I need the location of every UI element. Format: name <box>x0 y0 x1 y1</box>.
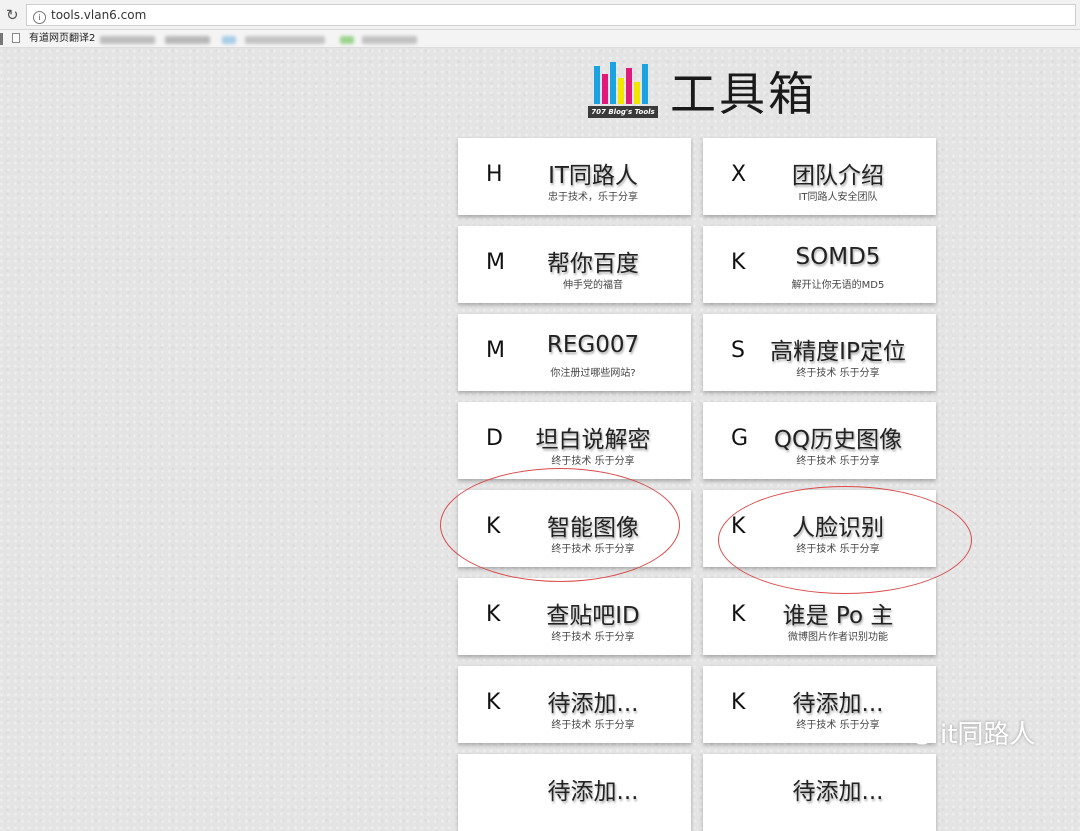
tool-subtitle: 伸手党的福音 <box>563 280 623 291</box>
tool-subtitle: 终于技术 乐于分享 <box>796 368 880 379</box>
tool-letter: D <box>486 426 503 451</box>
blurred-bookmark <box>100 36 155 44</box>
tool-title: IT同路人 <box>548 163 638 189</box>
blurred-bookmark <box>245 36 325 44</box>
tool-subtitle: 终于技术 乐于分享 <box>551 456 635 467</box>
tool-title: 待添加... <box>792 779 884 805</box>
logo-bar <box>594 66 600 104</box>
tool-card-pending[interactable]: 待添加... <box>703 754 936 831</box>
tool-title: 坦白说解密 <box>535 427 651 453</box>
tool-card-ip-locate[interactable]: S 高精度IP定位 终于技术 乐于分享 <box>703 314 936 391</box>
logo-bar <box>602 74 608 104</box>
logo-bar <box>618 78 624 104</box>
tool-subtitle: 你注册过哪些网站? <box>550 368 636 379</box>
tool-card-baidu[interactable]: M 帮你百度 伸手党的福音 <box>458 226 691 303</box>
annotation-circle <box>718 486 972 594</box>
tool-title: 团队介绍 <box>792 163 884 189</box>
logo-bar <box>626 68 632 104</box>
tool-letter: K <box>731 250 746 275</box>
tool-letter: K <box>486 690 501 715</box>
tool-letter: M <box>486 250 505 275</box>
page-title: 工具箱 <box>670 67 817 121</box>
watermark-text: it同路人 <box>940 720 1036 750</box>
tool-title: 谁是 Po 主 <box>782 603 894 629</box>
tool-letter: X <box>731 162 747 187</box>
logo-bar <box>642 64 648 104</box>
bookmark-item[interactable]: 有道网页翻译2 <box>29 30 95 47</box>
tool-letter: G <box>731 426 749 451</box>
apps-icon[interactable] <box>0 33 3 45</box>
tool-card-qq-history[interactable]: G QQ历史图像 终于技术 乐于分享 <box>703 402 936 479</box>
wechat-icon <box>901 721 932 745</box>
page-icon <box>12 33 20 43</box>
info-icon[interactable]: i <box>33 11 46 24</box>
bookmarks-bar: 有道网页翻译2 <box>0 30 1080 48</box>
tool-letter: H <box>486 162 503 187</box>
blurred-bookmark <box>362 36 417 44</box>
tool-subtitle: 终于技术 乐于分享 <box>551 632 635 643</box>
tool-subtitle: IT同路人安全团队 <box>798 192 878 203</box>
tool-subtitle: 微博图片作者识别功能 <box>788 632 888 643</box>
tool-title: 高精度IP定位 <box>770 339 906 365</box>
tool-card-pending[interactable]: K 待添加... 终于技术 乐于分享 <box>458 666 691 743</box>
tool-title: QQ历史图像 <box>773 427 903 453</box>
tool-letter: K <box>731 690 746 715</box>
tool-card-tieba-id[interactable]: K 查贴吧ID 终于技术 乐于分享 <box>458 578 691 655</box>
site-logo[interactable]: 707 Blog's Tools <box>588 60 658 118</box>
tool-subtitle: 解开让你无语的MD5 <box>791 280 885 291</box>
tool-title: SOMD5 <box>795 244 881 270</box>
logo-bar <box>610 62 616 104</box>
tool-card-somd5[interactable]: K SOMD5 解开让你无语的MD5 <box>703 226 936 303</box>
wechat-watermark: it同路人 <box>900 718 1035 752</box>
logo-bar <box>634 82 640 104</box>
url-text: tools.vlan6.com <box>51 8 147 22</box>
tool-subtitle: 终于技术 乐于分享 <box>551 720 635 731</box>
tool-title: REG007 <box>546 332 640 358</box>
tool-letter: K <box>486 602 501 627</box>
blurred-bookmark <box>165 36 210 44</box>
tool-letter: S <box>731 338 745 363</box>
blurred-bookmark <box>222 36 236 44</box>
tool-title: 待添加... <box>547 691 639 717</box>
tool-card-it-tonglu[interactable]: H IT同路人 忠于技术，乐于分享 <box>458 138 691 215</box>
tool-title: 待添加... <box>792 691 884 717</box>
browser-address-bar: ↻ i tools.vlan6.com <box>0 0 1080 30</box>
logo-caption: 707 Blog's Tools <box>588 106 658 118</box>
tool-card-team-intro[interactable]: X 团队介绍 IT同路人安全团队 <box>703 138 936 215</box>
tool-subtitle: 忠于技术，乐于分享 <box>548 192 638 203</box>
tool-title: 帮你百度 <box>547 251 639 277</box>
tool-letter: K <box>731 602 746 627</box>
tool-card-pending[interactable]: 待添加... <box>458 754 691 831</box>
tool-title: 查贴吧ID <box>546 603 640 629</box>
blurred-bookmark <box>340 36 354 44</box>
tool-subtitle: 终于技术 乐于分享 <box>796 720 880 731</box>
url-input[interactable]: i tools.vlan6.com <box>26 4 1076 26</box>
reload-icon[interactable]: ↻ <box>6 6 19 24</box>
tool-title: 待添加... <box>547 779 639 805</box>
tool-letter: M <box>486 338 505 363</box>
tool-card-reg007[interactable]: M REG007 你注册过哪些网站? <box>458 314 691 391</box>
annotation-circle <box>440 468 680 582</box>
tool-subtitle: 终于技术 乐于分享 <box>796 456 880 467</box>
